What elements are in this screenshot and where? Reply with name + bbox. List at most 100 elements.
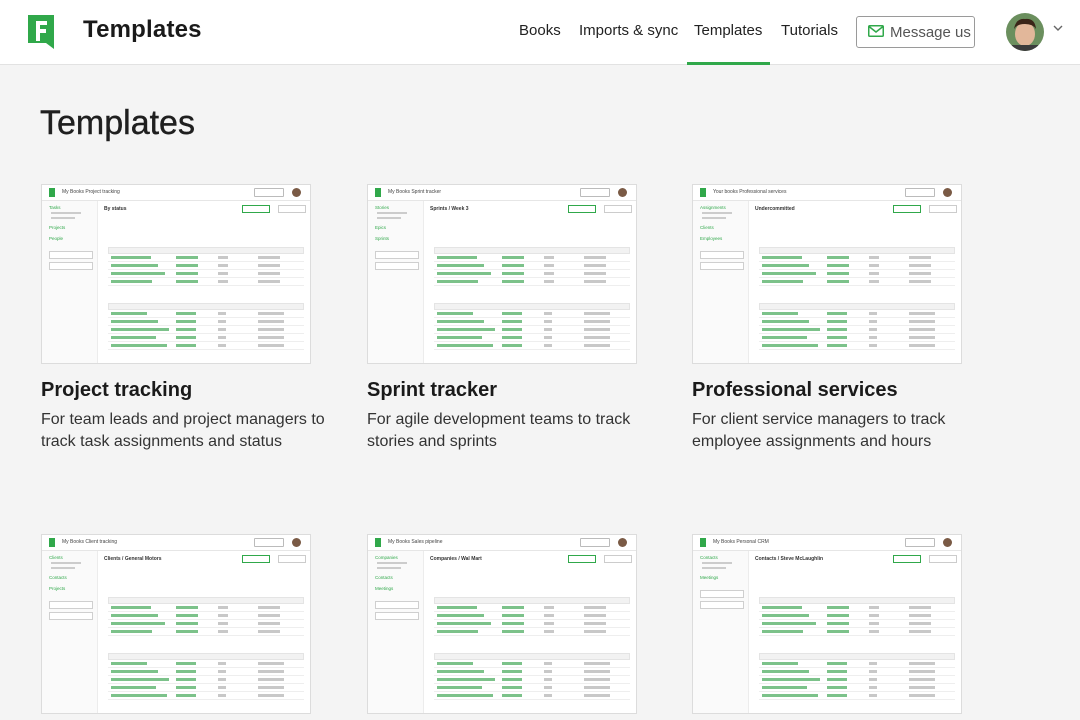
preview-sidebar-item: Companies [375,555,398,560]
app-title: Templates [83,16,202,43]
preview-logo-icon [700,538,706,547]
preview-share-button [929,205,957,213]
preview-heading: Companies / Wal Mart [430,556,482,562]
preview-table-row [434,327,630,334]
template-preview-image[interactable]: My Books Project tracking Tasks Projects Pe… [41,184,311,364]
preview-table-header [434,653,630,660]
preview-sidebar-item: Sprints [375,236,390,241]
preview-import-csv-button [49,262,93,270]
template-title[interactable]: Sprint tracker [367,379,497,402]
preview-link-sheets-button [242,555,270,563]
preview-table-row [108,327,304,334]
preview-table-row [434,263,630,270]
preview-table-row [108,613,304,620]
preview-topbar: My Books Sprint tracker [368,185,636,201]
template-preview-image[interactable]: My Books Personal CRM Contacts Meetings Con… [692,534,962,714]
preview-table-row [108,621,304,628]
preview-avatar [292,538,301,547]
message-us-button[interactable]: Message us [856,16,975,48]
preview-sidebar: Companies Contacts Meetings [368,551,424,713]
preview-heading: By status [104,206,127,212]
preview-message-button [254,188,284,197]
preview-sidebar-item: Meetings [375,586,394,591]
preview-breadcrumb: My Books Sales pipeline [388,539,443,545]
preview-breadcrumb: My Books Sprint tracker [388,189,442,195]
preview-table-row [434,685,630,692]
preview-topbar: My Books Personal CRM [693,535,961,551]
preview-sidebar-item: Epics [375,225,387,230]
preview-topbar: My Books Client tracking [42,535,310,551]
preview-table-row [434,279,630,286]
preview-breadcrumb: Your books Professional services [713,189,787,195]
preview-table-row [759,279,955,286]
preview-table-row [434,621,630,628]
preview-table-row [759,621,955,628]
template-preview-image[interactable]: My Books Client tracking Clients Contacts P… [41,534,311,714]
preview-table-header [759,597,955,604]
preview-table-row [434,613,630,620]
preview-table-row [759,669,955,676]
preview-table-row [108,605,304,612]
preview-sidebar-item: Projects [49,586,66,591]
preview-message-button [580,538,610,547]
preview-breadcrumb: My Books Personal CRM [713,539,769,545]
preview-link-sheets-button [568,555,596,563]
preview-share-button [929,555,957,563]
preview-table-header [759,653,955,660]
preview-table-row [108,629,304,636]
preview-share-button [604,555,632,563]
preview-add-sheet-button [375,251,419,259]
preview-sidebar: Contacts Meetings [693,551,749,713]
preview-table-row [759,335,955,342]
page-title: Templates [40,104,195,142]
preview-logo-icon [49,538,55,547]
nav-imports-sync[interactable]: Imports & sync [579,22,678,39]
user-avatar[interactable] [1006,13,1044,51]
message-us-label: Message us [890,24,971,41]
preview-logo-icon [375,538,381,547]
template-preview-image[interactable]: My Books Sprint tracker Stories Epics Sprin… [367,184,637,364]
preview-table-row [434,311,630,318]
preview-table-row [759,343,955,350]
preview-message-button [254,538,284,547]
preview-sidebar: Tasks Projects People [42,201,98,363]
preview-table-row [108,661,304,668]
template-title[interactable]: Professional services [692,379,898,402]
preview-table-header [108,597,304,604]
preview-breadcrumb: My Books Client tracking [62,539,118,545]
preview-logo-icon [375,188,381,197]
preview-table-row [759,263,955,270]
app-logo-icon[interactable] [28,15,54,49]
preview-table-row [108,319,304,326]
preview-table-row [759,327,955,334]
preview-table-header [108,247,304,254]
preview-table-row [759,605,955,612]
chevron-down-icon[interactable] [1053,25,1063,32]
preview-table-row [434,343,630,350]
nav-templates[interactable]: Templates [694,22,762,39]
nav-tutorials[interactable]: Tutorials [781,22,838,39]
preview-table-header [759,303,955,310]
preview-table-row [108,669,304,676]
preview-heading: Contacts / Steve McLaughlin [755,556,824,562]
preview-import-csv-button [375,612,419,620]
nav-books[interactable]: Books [519,22,561,39]
preview-table-row [759,677,955,684]
preview-table-header [759,247,955,254]
template-description: For client service managers to track emp… [692,411,946,450]
preview-breadcrumb: My Books Project tracking [62,189,120,195]
preview-table-row [108,311,304,318]
preview-table-row [759,255,955,262]
template-title[interactable]: Project tracking [41,379,192,402]
preview-table-row [434,335,630,342]
preview-table-row [759,613,955,620]
preview-table-row [759,319,955,326]
preview-sidebar-item: Clients [700,225,714,230]
preview-add-sheet-button [375,601,419,609]
preview-table-header [108,303,304,310]
template-preview-image[interactable]: Your books Professional services Assignme… [692,184,962,364]
preview-logo-icon [700,188,706,197]
preview-sidebar-item: Meetings [700,575,719,580]
preview-import-csv-button [700,601,744,609]
template-preview-image[interactable]: My Books Sales pipeline Companies Contacts… [367,534,637,714]
